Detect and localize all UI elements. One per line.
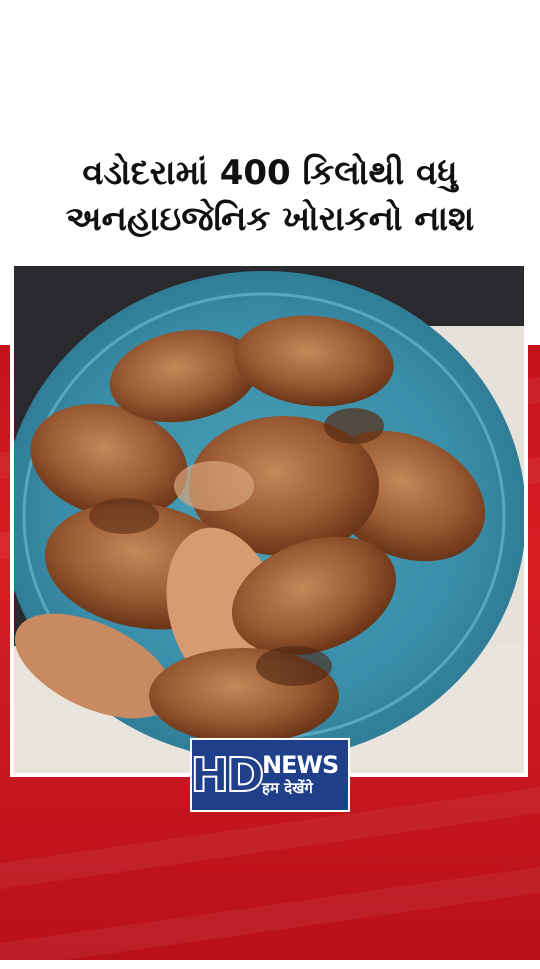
logo-name: NEWS xyxy=(262,751,339,779)
headline-line-1: વડોદરામાં 400 કિલોથી વધુ xyxy=(82,153,458,193)
bg-stripe xyxy=(0,867,540,969)
hd-news-logo: HD NEWS हम देखेंगे xyxy=(190,738,350,812)
news-photo xyxy=(10,262,528,777)
food-photo-illustration xyxy=(14,266,524,773)
logo-mark: HD xyxy=(190,747,266,803)
headline: વડોદરામાં 400 કિલોથી વધુ અનહાઇજેનિક ખોરા… xyxy=(20,150,520,242)
logo-text: NEWS हम देखेंगे xyxy=(260,751,339,798)
headline-line-2: અનહાઇજેનિક ખોરાકનો નાશ xyxy=(65,199,475,239)
logo-tagline: हम देखेंगे xyxy=(262,779,313,797)
